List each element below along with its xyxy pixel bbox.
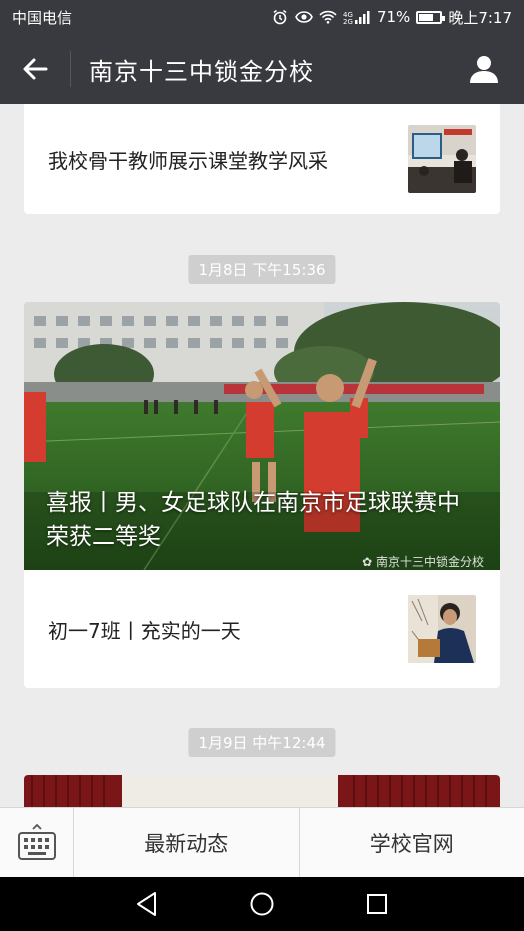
nav-back-button[interactable] bbox=[127, 884, 167, 924]
4g-signal-icon: 4G 2G bbox=[343, 8, 371, 26]
featured-headline: 喜报丨男、女足球队在南京市足球联赛中荣获二等奖 bbox=[46, 490, 460, 550]
battery-icon bbox=[416, 10, 446, 24]
svg-text:2G: 2G bbox=[343, 18, 353, 25]
wechat-watermark-icon: ✿ bbox=[362, 555, 376, 569]
profile-button[interactable] bbox=[444, 34, 524, 104]
battery-fill bbox=[419, 13, 433, 21]
battery-percent: 71% bbox=[376, 8, 411, 26]
timestamp: 1月8日 下午15:36 bbox=[188, 255, 336, 284]
back-arrow-icon bbox=[23, 58, 48, 80]
status-icons: 4G 2G 71% 晚上7:17 bbox=[271, 7, 512, 28]
keyboard-toggle-button[interactable] bbox=[0, 808, 74, 878]
sub-article-title: 初一7班丨充实的一天 bbox=[48, 618, 241, 643]
featured-article-card[interactable]: 喜报丨男、女足球队在南京市足球联赛中荣获二等奖 ✿ 南京十三中锁金分校 初一7班… bbox=[24, 302, 500, 688]
back-triangle-icon bbox=[137, 892, 157, 916]
sub-article-thumbnail bbox=[408, 595, 476, 663]
sub-article-row[interactable]: 初一7班丨充实的一天 bbox=[24, 570, 500, 688]
clock: 晚上7:17 bbox=[448, 8, 512, 27]
back-button[interactable] bbox=[0, 34, 70, 104]
article-thumbnail bbox=[408, 125, 476, 193]
timestamp: 1月9日 中午12:44 bbox=[188, 728, 336, 757]
featured-cover-image[interactable]: 喜报丨男、女足球队在南京市足球联赛中荣获二等奖 ✿ 南京十三中锁金分校 bbox=[24, 302, 500, 570]
home-circle-icon bbox=[250, 892, 274, 916]
eye-icon bbox=[295, 8, 313, 26]
nav-home-button[interactable] bbox=[242, 884, 282, 924]
carrier-label: 中国电信 bbox=[12, 8, 73, 27]
menu-school-website-button[interactable]: 学校官网 bbox=[298, 808, 524, 877]
profile-icon bbox=[470, 56, 498, 83]
article-title: 我校骨干教师展示课堂教学风采 bbox=[48, 148, 328, 173]
article-card[interactable]: 我校骨干教师展示课堂教学风采 bbox=[24, 104, 500, 214]
article-row[interactable]: 我校骨干教师展示课堂教学风采 bbox=[24, 104, 500, 214]
alarm-icon bbox=[271, 8, 289, 26]
title-bar: 南京十三中锁金分校 bbox=[0, 34, 524, 104]
watermark-text: 南京十三中锁金分校 bbox=[375, 555, 484, 569]
bottom-menu: 最新动态 学校官网 bbox=[0, 807, 524, 878]
nav-recents-button[interactable] bbox=[357, 884, 397, 924]
page-title: 南京十三中锁金分校 bbox=[89, 57, 314, 86]
wifi-icon bbox=[319, 8, 337, 26]
menu-latest-news-button[interactable]: 最新动态 bbox=[74, 808, 299, 877]
cover-watermark: ✿ 南京十三中锁金分校 bbox=[362, 553, 484, 570]
wechat-official-account-screen: 中国电信 4G 2G 71% 晚上7:17 南京十三中锁金分校 我校骨干教师展示… bbox=[0, 0, 524, 931]
recents-square-icon bbox=[366, 894, 387, 914]
system-nav-bar bbox=[0, 877, 524, 931]
message-feed[interactable]: 我校骨干教师展示课堂教学风采 1月8日 下午15:36 喜报丨男、女足球队在南京… bbox=[0, 104, 524, 807]
article-card-partial[interactable] bbox=[24, 775, 500, 807]
status-bar: 中国电信 4G 2G 71% 晚上7:17 bbox=[0, 0, 524, 34]
keyboard-icon bbox=[17, 823, 56, 860]
partial-cover-image bbox=[24, 775, 500, 807]
